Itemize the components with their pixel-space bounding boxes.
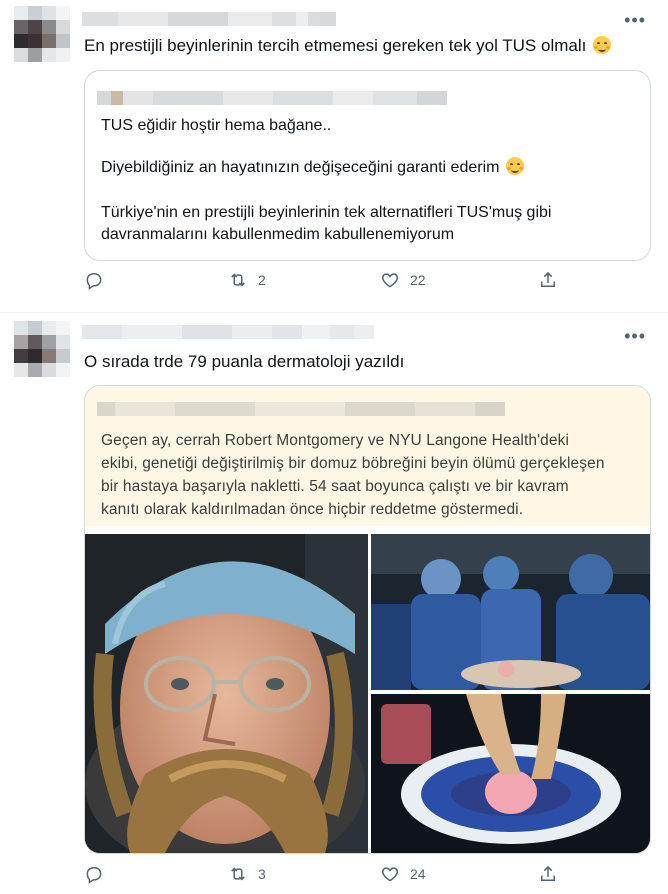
reply-button[interactable]: [84, 270, 104, 290]
news-line-2: ekibi, genetiği değiştirilmiş bir domuz …: [101, 455, 605, 472]
tweet-text: En prestijli beyinlerinin tercih etmemes…: [84, 35, 612, 57]
retweet-button[interactable]: 2: [228, 270, 266, 290]
news-line-3: bir hastaya başarıyla nakletti. 54 saat …: [101, 478, 569, 495]
kidney-in-bowl-photo[interactable]: [371, 694, 650, 853]
blurred-quote-author: [97, 91, 447, 105]
retweet-icon: [231, 273, 245, 287]
retweet-count: 2: [258, 272, 266, 288]
blurred-quote-author: [97, 402, 505, 416]
quote-line-4: davranmalarını kabullenmedim kabullenemi…: [101, 226, 455, 243]
like-button[interactable]: 24: [380, 864, 426, 884]
retweet-count: 3: [258, 866, 266, 882]
share-button[interactable]: [538, 270, 558, 290]
news-excerpt-text: Geçen ay, cerrah Robert Montgomery ve NY…: [101, 429, 641, 521]
tweet-1[interactable]: ••• En prestijli beyinlerinin tercih etm…: [0, 0, 668, 313]
share-icon: [541, 865, 555, 881]
surgery-team-photo[interactable]: [371, 534, 650, 690]
quoted-tweet[interactable]: TUS eğidir hoştir hema bağane.. Diyebild…: [84, 70, 651, 261]
smiling-face-emoji: [505, 157, 524, 175]
blurred-handle: [296, 12, 320, 26]
quote-line-1: TUS eğidir hoştir hema bağane..: [101, 117, 332, 134]
news-line-1: Geçen ay, cerrah Robert Montgomery ve NY…: [101, 432, 569, 449]
avatar-pixelated[interactable]: [14, 6, 70, 62]
like-count: 22: [410, 272, 426, 288]
like-count: 24: [410, 866, 426, 882]
tweet-actions: 3 24: [84, 864, 564, 890]
tweet-text: O sırada trde 79 puanla dermatoloji yazı…: [84, 352, 405, 371]
tweet-actions: 2 22: [84, 270, 564, 296]
smiling-face-emoji: [593, 36, 612, 54]
reply-icon: [86, 867, 102, 884]
quoted-tweet[interactable]: Geçen ay, cerrah Robert Montgomery ve NY…: [84, 385, 651, 854]
surgeon-portrait-photo[interactable]: [85, 534, 368, 853]
reply-icon: [86, 273, 102, 290]
surgery-illustration: [371, 534, 650, 690]
heart-icon: [381, 867, 399, 882]
reply-button[interactable]: [84, 864, 104, 884]
avatar-pixelated[interactable]: [14, 321, 70, 377]
share-button[interactable]: [538, 864, 558, 884]
quote-line-2: Diyebildiğiniz an hayatınızın değişeceği…: [101, 157, 524, 178]
like-button[interactable]: 22: [380, 270, 426, 290]
blurred-username: [82, 325, 374, 339]
kidney-illustration: [371, 694, 650, 853]
retweet-button[interactable]: 3: [228, 864, 266, 884]
share-icon: [541, 271, 555, 287]
heart-icon: [381, 273, 399, 288]
quote-line-3: Türkiye'nin en prestijli beyinlerinin te…: [101, 204, 552, 221]
tweet-2[interactable]: ••• O sırada trde 79 puanla dermatoloji …: [0, 313, 668, 894]
news-excerpt-panel: Geçen ay, cerrah Robert Montgomery ve NY…: [85, 386, 650, 526]
retweet-icon: [231, 867, 245, 881]
news-line-4: kanıtı olarak kaldırılmadan önce hiçbir …: [101, 501, 524, 518]
portrait-illustration: [85, 534, 368, 853]
more-options-icon[interactable]: •••: [624, 10, 646, 31]
more-options-icon[interactable]: •••: [624, 326, 646, 347]
